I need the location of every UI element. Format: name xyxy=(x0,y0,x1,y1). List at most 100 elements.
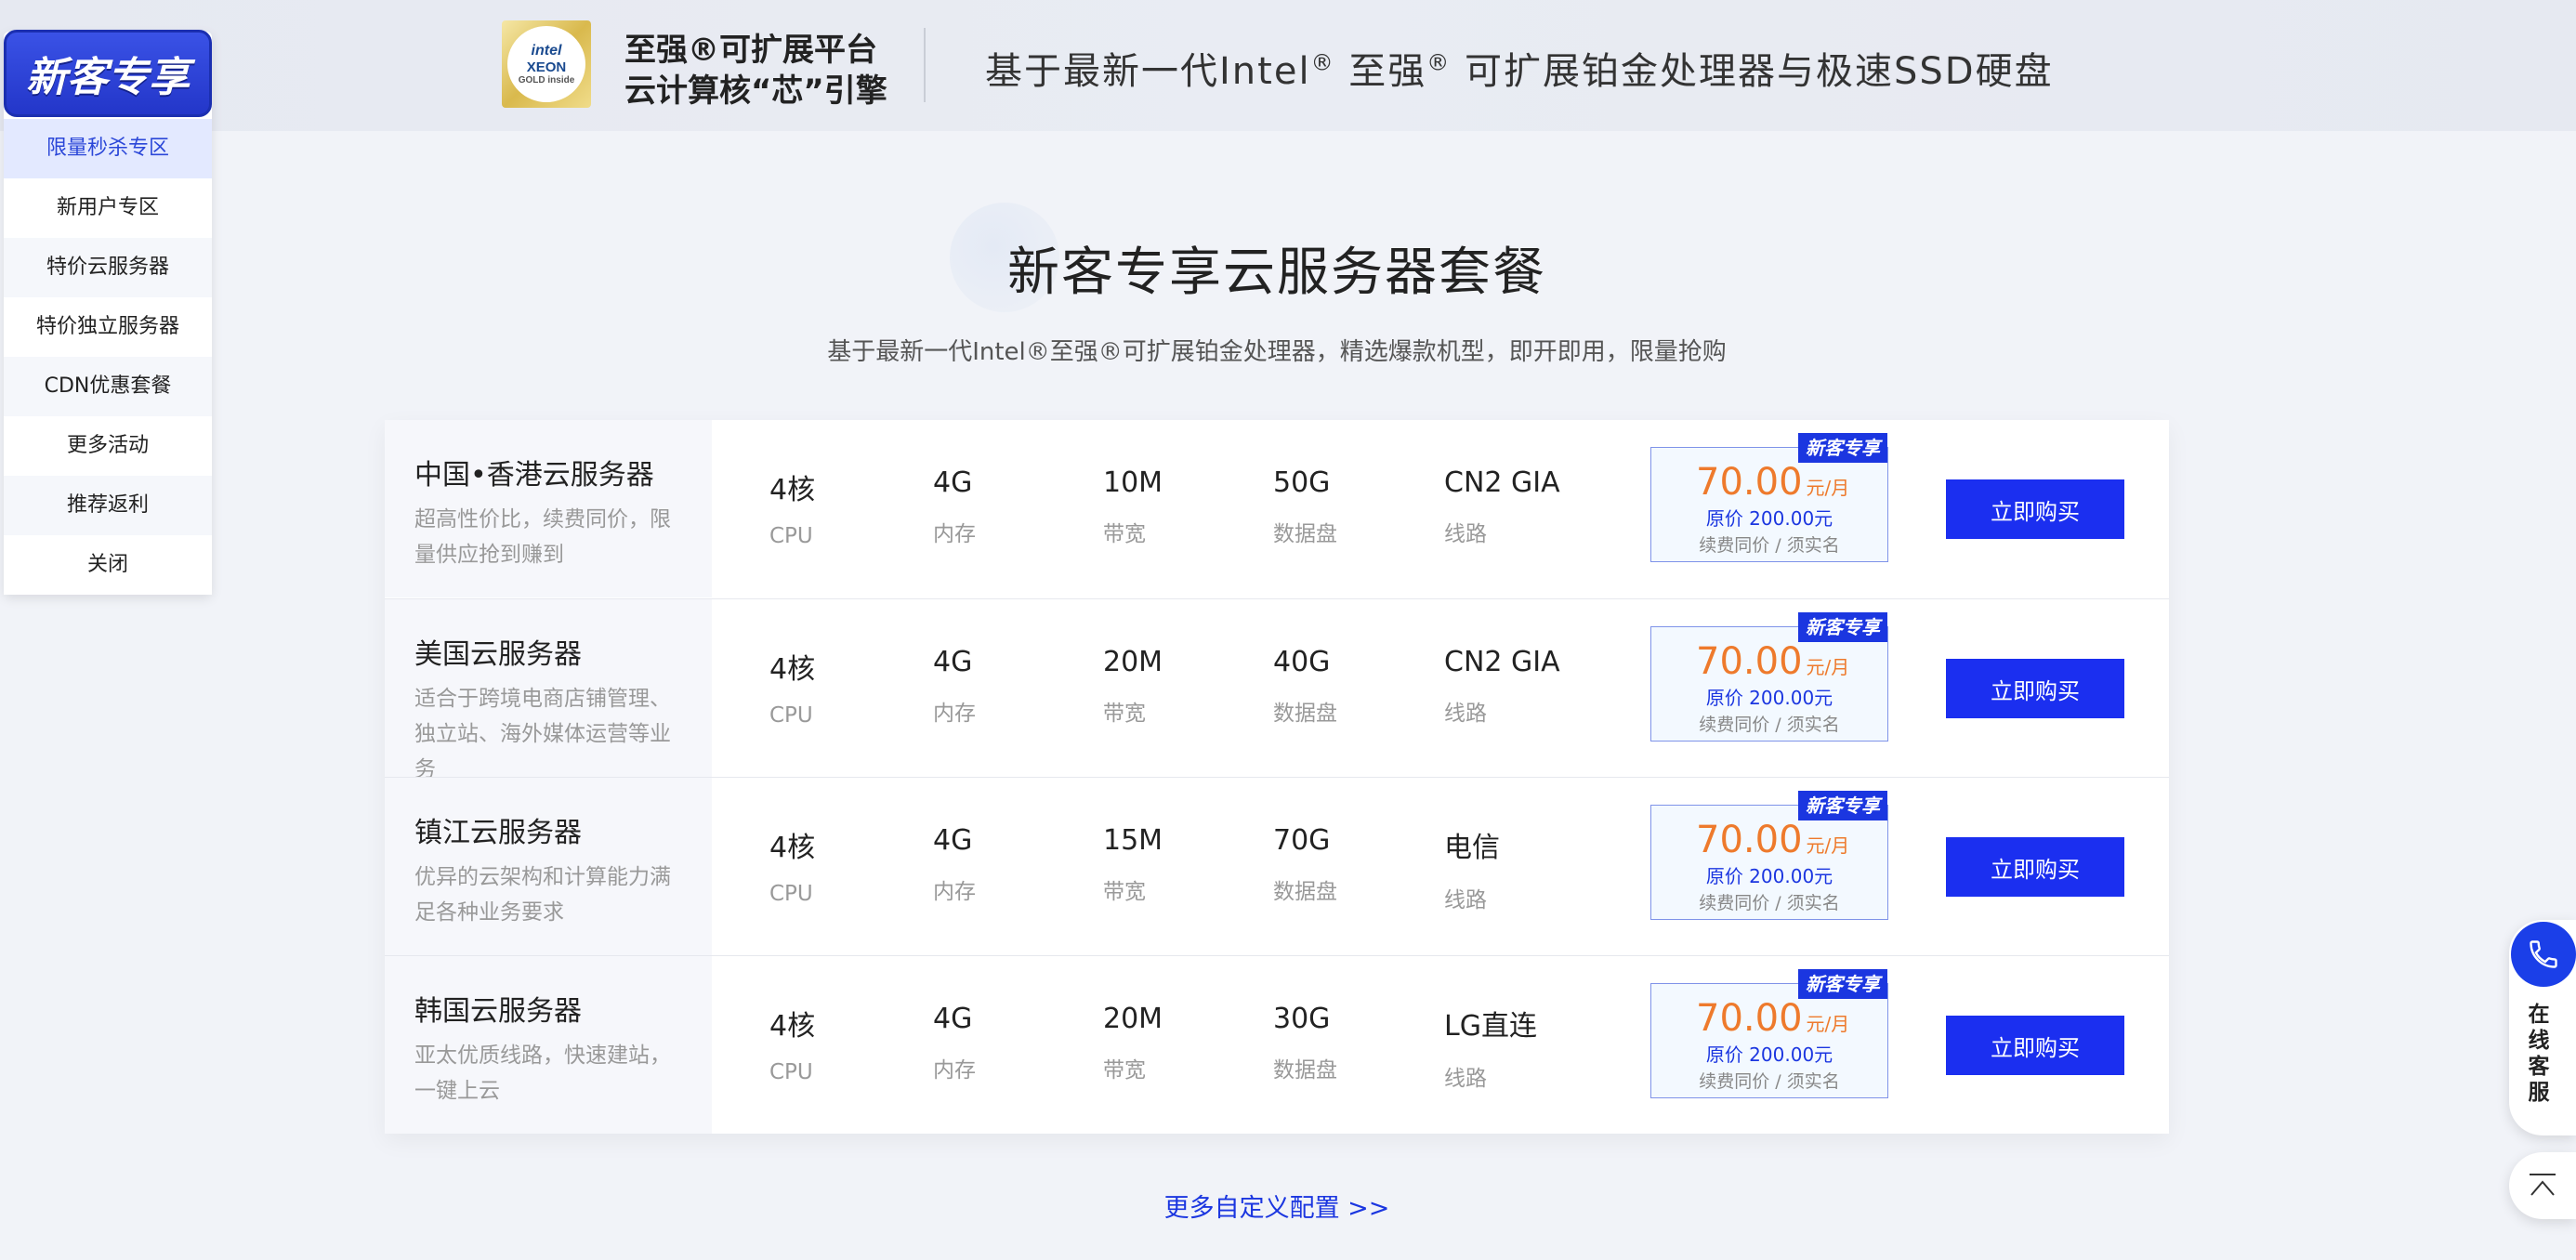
price: 70.00 元/月 xyxy=(1696,640,1849,683)
spec-bw: 20M 带宽 xyxy=(1103,1003,1163,1083)
spec-bw: 20M 带宽 xyxy=(1103,646,1163,727)
buy-now-button[interactable]: 立即购买 xyxy=(1946,1016,2124,1075)
spec-label: 内存 xyxy=(933,522,976,546)
service-char[interactable]: 线 xyxy=(2509,1028,2569,1054)
spec-value: CN2 GIA xyxy=(1444,646,1560,678)
side-menu-item-5[interactable]: 更多活动 xyxy=(4,416,212,476)
service-char[interactable]: 客 xyxy=(2509,1054,2569,1080)
spec-cpu: 4核 CPU xyxy=(769,646,815,728)
service-char[interactable]: 服 xyxy=(2509,1080,2569,1106)
price: 70.00 元/月 xyxy=(1696,819,1849,861)
price-value: 70.00 xyxy=(1696,461,1803,504)
spec-cpu: 4核 CPU xyxy=(769,466,815,548)
spec-disk: 70G 数据盘 xyxy=(1273,824,1337,905)
intel-xeon-logo-icon: intel XEON GOLD inside xyxy=(502,20,591,108)
spec-label: 数据盘 xyxy=(1273,1058,1337,1083)
slogan-part-3: 可扩展铂金处理器与极速SSD硬盘 xyxy=(1451,50,2054,93)
buy-now-button[interactable]: 立即购买 xyxy=(1946,837,2124,897)
new-customer-tag: 新客专享 xyxy=(1798,969,1887,999)
section-subtitle: 基于最新一代Intel®至强®可扩展铂金处理器，精选爆款机型，即开即用，限量抢购 xyxy=(827,338,1727,366)
spec-label: 线路 xyxy=(1444,522,1487,546)
spec-line: CN2 GIA 线路 xyxy=(1444,466,1560,547)
product-row: 韩国云服务器 亚太优质线路，快速建站，一键上云 4核 CPU 4G 内存 20M 带宽 30G 数… xyxy=(385,955,2169,1134)
spec-label: 带宽 xyxy=(1103,702,1146,726)
price-note: 续费同价 / 须实名 xyxy=(1699,535,1840,556)
spec-label: 线路 xyxy=(1444,888,1487,912)
spec-line: 电信 线路 xyxy=(1444,824,1500,913)
price-box: 新客专享 70.00 元/月 原价 200.00元 续费同价 / 须实名 xyxy=(1650,969,1888,1098)
product-desc: 超高性价比，续费同价，限量供应抢到赚到 xyxy=(414,507,671,567)
buy-now-button[interactable]: 立即购买 xyxy=(1946,659,2124,718)
spec-label: 数据盘 xyxy=(1273,522,1337,546)
price-value: 70.00 xyxy=(1696,819,1803,861)
side-menu-item-0[interactable]: 限量秒杀专区 xyxy=(4,119,212,178)
banner-line-2: 云计算核“芯”引擎 xyxy=(624,72,887,110)
product-info: 美国云服务器适合于跨境电商店铺管理、独立站、海外媒体运营等业务 xyxy=(385,599,712,777)
more-config-link[interactable]: 更多自定义配置 >> xyxy=(0,1188,2554,1224)
slogan-reg-mark-2: ® xyxy=(1426,49,1452,76)
top-banner: intel XEON GOLD inside 至强®可扩展平台 云计算核“芯”引… xyxy=(0,0,2576,131)
spec-label: 数据盘 xyxy=(1273,880,1337,904)
spec-bw: 10M 带宽 xyxy=(1103,466,1163,547)
side-menu-item-7[interactable]: 关闭 xyxy=(4,535,212,595)
spec-value: 4核 xyxy=(769,474,816,506)
side-promo-menu: 新客专享 限量秒杀专区 新用户专区 特价云服务器 特价独立服务器 CDN优惠套餐 更多活动… xyxy=(4,30,212,595)
product-name: 美国云服务器 xyxy=(414,638,582,671)
product-desc: 亚太优质线路，快速建站，一键上云 xyxy=(414,1043,671,1103)
chip-brand: intel xyxy=(531,43,562,59)
service-char[interactable]: 在 xyxy=(2509,1002,2569,1028)
product-info: 韩国云服务器 亚太优质线路，快速建站，一键上云 xyxy=(385,956,712,1134)
spec-value: 电信 xyxy=(1444,832,1500,864)
spec-mem: 4G 内存 xyxy=(933,1003,976,1083)
side-menu-badge: 新客专享 xyxy=(4,30,212,117)
back-to-top-button[interactable] xyxy=(2509,1152,2576,1219)
spec-disk: 50G 数据盘 xyxy=(1273,466,1337,547)
new-customer-tag: 新客专享 xyxy=(1798,791,1887,820)
side-menu-item-6[interactable]: 推荐返利 xyxy=(4,476,212,535)
spec-label: 带宽 xyxy=(1103,522,1146,546)
spec-label: CPU xyxy=(769,524,813,548)
spec-label: 内存 xyxy=(933,880,976,904)
price-unit: 元/月 xyxy=(1806,834,1850,857)
new-customer-tag: 新客专享 xyxy=(1798,433,1887,463)
original-price: 原价 200.00元 xyxy=(1705,687,1833,709)
spec-mem: 4G 内存 xyxy=(933,646,976,727)
spec-value: 20M xyxy=(1103,1003,1163,1035)
price-note: 续费同价 / 须实名 xyxy=(1699,1071,1840,1092)
back-to-top-icon[interactable] xyxy=(2524,1167,2561,1204)
spec-value: 4核 xyxy=(769,832,816,864)
spec-label: 数据盘 xyxy=(1273,702,1337,726)
spec-value: 20M xyxy=(1103,646,1163,678)
product-row: 美国云服务器适合于跨境电商店铺管理、独立站、海外媒体运营等业务 4核 CPU 4G 内存… xyxy=(385,598,2169,777)
spec-value: 15M xyxy=(1103,824,1163,857)
product-name: 中国•香港云服务器 xyxy=(414,459,654,492)
spec-cpu: 4核 CPU xyxy=(769,1003,815,1084)
spec-mem: 4G 内存 xyxy=(933,466,976,547)
product-row: 中国•香港云服务器超高性价比，续费同价，限量供应抢到赚到 4核 CPU 4G 内存 10M… xyxy=(385,420,2169,598)
banner-slogan: 基于最新一代Intel® 至强® 可扩展铂金处理器与极速SSD硬盘 xyxy=(985,41,2054,95)
spec-value: 4G xyxy=(933,466,973,499)
spec-line: LG直连 线路 xyxy=(1444,1003,1537,1092)
buy-now-button[interactable]: 立即购买 xyxy=(1946,479,2124,539)
product-desc: 适合于跨境电商店铺管理、独立站、海外媒体运营等业务 xyxy=(414,687,671,777)
online-service-widget[interactable]: 在线客服 xyxy=(2509,920,2576,1135)
price: 70.00 元/月 xyxy=(1696,997,1849,1040)
spec-cpu: 4核 CPU xyxy=(769,824,815,906)
phone-icon[interactable] xyxy=(2511,922,2576,987)
price-value: 70.00 xyxy=(1696,997,1803,1040)
spec-mem: 4G 内存 xyxy=(933,824,976,905)
side-menu-item-1[interactable]: 新用户专区 xyxy=(4,178,212,238)
slogan-part-1: 基于最新一代Intel xyxy=(985,50,1311,93)
spec-bw: 15M 带宽 xyxy=(1103,824,1163,905)
banner-divider xyxy=(924,28,926,102)
spec-value: 50G xyxy=(1273,466,1331,499)
spec-value: CN2 GIA xyxy=(1444,466,1560,499)
price-unit: 元/月 xyxy=(1806,477,1850,499)
spec-value: 4G xyxy=(933,646,973,678)
new-customer-tag: 新客专享 xyxy=(1798,612,1887,642)
spec-label: 带宽 xyxy=(1103,880,1146,904)
chip-model: XEON xyxy=(526,59,567,75)
section-title: 新客专享云服务器套餐 xyxy=(1007,243,1546,303)
spec-line: CN2 GIA 线路 xyxy=(1444,646,1560,727)
online-service-label[interactable]: 在线客服 xyxy=(2509,1002,2569,1106)
